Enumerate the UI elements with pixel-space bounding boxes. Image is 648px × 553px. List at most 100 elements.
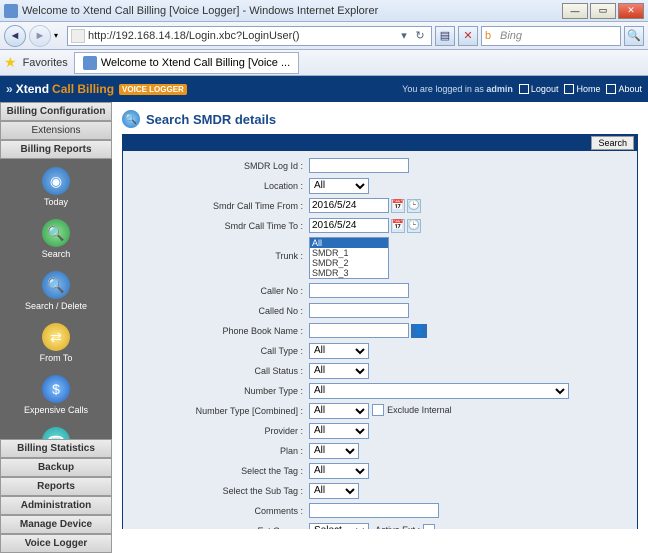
- browser-tab[interactable]: Welcome to Xtend Call Billing [Voice ...: [74, 52, 299, 74]
- calendar-from-icon[interactable]: 📅: [391, 199, 405, 213]
- sidebar-item-search[interactable]: 🔍Search: [0, 215, 112, 267]
- login-status: You are logged in as admin: [402, 84, 513, 94]
- trunk-opt-3[interactable]: SMDR_3: [310, 268, 388, 278]
- expensive-icon: $: [42, 375, 70, 403]
- checkbox-exclude-internal[interactable]: [372, 404, 384, 416]
- address-bar[interactable]: http://192.168.14.18/Login.xbc?LoginUser…: [67, 26, 432, 46]
- sidebar-cat-admin[interactable]: Administration: [0, 496, 112, 515]
- label-numtypec: Number Type [Combined] :: [129, 406, 309, 416]
- sidebar-cat-reports[interactable]: Reports: [0, 477, 112, 496]
- label-from: Smdr Call Time From :: [129, 201, 309, 211]
- label-comments: Comments :: [129, 506, 309, 516]
- label-to: Smdr Call Time To :: [129, 221, 309, 231]
- label-numtype: Number Type :: [129, 386, 309, 396]
- select-tag[interactable]: All: [309, 463, 369, 479]
- sidebar-cat-manage-device[interactable]: Manage Device: [0, 515, 112, 534]
- select-provider[interactable]: All: [309, 423, 369, 439]
- select-callstatus[interactable]: All: [309, 363, 369, 379]
- browser-toolbar: ◄ ► ▾ http://192.168.14.18/Login.xbc?Log…: [0, 22, 648, 50]
- back-button[interactable]: ◄: [4, 25, 26, 47]
- minimize-button[interactable]: —: [562, 3, 588, 19]
- sidebar: Billing Configuration Extensions Billing…: [0, 102, 112, 529]
- label-exclude: Exclude Internal: [387, 405, 452, 415]
- sidebar-cat-billing-reports[interactable]: Billing Reports: [0, 140, 112, 159]
- input-phonebook[interactable]: [309, 323, 409, 338]
- sidebar-cat-voice-logger[interactable]: Voice Logger: [0, 534, 112, 553]
- checkbox-active-ext[interactable]: [423, 524, 435, 529]
- input-to-date[interactable]: [309, 218, 389, 233]
- select-plan[interactable]: All: [309, 443, 359, 459]
- today-icon: ◉: [42, 167, 70, 195]
- select-numtype[interactable]: All: [309, 383, 569, 399]
- select-subtag[interactable]: All: [309, 483, 359, 499]
- sidebar-cat-billing-stats[interactable]: Billing Statistics: [0, 439, 112, 458]
- label-calltype: Call Type :: [129, 346, 309, 356]
- label-called: Called No :: [129, 306, 309, 316]
- sidebar-item-from-to[interactable]: ⇄From To: [0, 319, 112, 371]
- favorites-bar: ★ Favorites Welcome to Xtend Call Billin…: [0, 50, 648, 76]
- favorites-label[interactable]: Favorites: [23, 57, 68, 69]
- search-button-top[interactable]: Search: [591, 136, 634, 150]
- page-favicon: [4, 4, 18, 18]
- sidebar-item-today[interactable]: ◉Today: [0, 163, 112, 215]
- url-text: http://192.168.14.18/Login.xbc?LoginUser…: [88, 30, 396, 42]
- clock-from-icon[interactable]: 🕒: [407, 199, 421, 213]
- clock-to-icon[interactable]: 🕒: [407, 219, 421, 233]
- about-icon: [606, 84, 616, 94]
- label-trunk: Trunk :: [129, 237, 309, 261]
- phonebook-icon[interactable]: 👤: [411, 324, 427, 338]
- brand-logo: » Xtend Call Billing VOICE LOGGER: [6, 82, 187, 96]
- trunk-opt-1[interactable]: SMDR_1: [310, 248, 388, 258]
- listbox-trunk[interactable]: All SMDR_1 SMDR_2 SMDR_3: [309, 237, 389, 279]
- input-from-date[interactable]: [309, 198, 389, 213]
- forward-button[interactable]: ►: [29, 25, 51, 47]
- page-icon: [71, 29, 85, 43]
- bing-icon: b: [485, 30, 497, 42]
- label-caller: Caller No :: [129, 286, 309, 296]
- url-dropdown-icon[interactable]: ▾: [396, 29, 412, 42]
- search-icon: 🔍: [42, 219, 70, 247]
- history-dropdown[interactable]: ▾: [54, 31, 64, 40]
- select-location[interactable]: All: [309, 178, 369, 194]
- sidebar-cat-backup[interactable]: Backup: [0, 458, 112, 477]
- form-header: Search: [123, 135, 637, 151]
- calendar-to-icon[interactable]: 📅: [391, 219, 405, 233]
- close-button[interactable]: ✕: [618, 3, 644, 19]
- home-link[interactable]: Home: [564, 84, 600, 94]
- compat-button[interactable]: ▤: [435, 26, 455, 46]
- favorites-star-icon[interactable]: ★: [4, 54, 17, 71]
- trunk-opt-all[interactable]: All: [310, 238, 388, 248]
- search-box[interactable]: b Bing: [481, 26, 621, 46]
- label-callstatus: Call Status :: [129, 366, 309, 376]
- label-location: Location :: [129, 181, 309, 191]
- input-called[interactable]: [309, 303, 409, 318]
- label-provider: Provider :: [129, 426, 309, 436]
- input-caller[interactable]: [309, 283, 409, 298]
- search-go-button[interactable]: 🔍: [624, 26, 644, 46]
- logo-arrow-icon: »: [6, 82, 13, 96]
- app-header: » Xtend Call Billing VOICE LOGGER You ar…: [0, 76, 648, 102]
- trunk-opt-2[interactable]: SMDR_2: [310, 258, 388, 268]
- sidebar-item-search-delete[interactable]: 🔍Search / Delete: [0, 267, 112, 319]
- label-plan: Plan :: [129, 446, 309, 456]
- sidebar-cat-billing-config[interactable]: Billing Configuration: [0, 102, 112, 121]
- select-numtypec[interactable]: All: [309, 403, 369, 419]
- sidebar-item-top-calls[interactable]: ☎Top Calls: [0, 423, 112, 439]
- main-content: 🔍 Search SMDR details Search SMDR Log Id…: [112, 102, 648, 529]
- select-calltype[interactable]: All: [309, 343, 369, 359]
- logout-link[interactable]: Logout: [519, 84, 559, 94]
- label-subtag: Select the Sub Tag :: [129, 486, 309, 496]
- sidebar-cat-extensions[interactable]: Extensions: [0, 121, 112, 140]
- sidebar-item-expensive[interactable]: $Expensive Calls: [0, 371, 112, 423]
- label-log-id: SMDR Log Id :: [129, 161, 309, 171]
- search-title-icon: 🔍: [122, 110, 140, 128]
- tab-favicon: [83, 56, 97, 70]
- stop-button[interactable]: ✕: [458, 26, 478, 46]
- input-comments[interactable]: [309, 503, 439, 518]
- input-log-id[interactable]: [309, 158, 409, 173]
- refresh-icon[interactable]: ↻: [412, 29, 428, 42]
- select-extgroup[interactable]: Select: [309, 523, 369, 530]
- maximize-button[interactable]: ▭: [590, 3, 616, 19]
- tab-label: Welcome to Xtend Call Billing [Voice ...: [101, 57, 290, 69]
- about-link[interactable]: About: [606, 84, 642, 94]
